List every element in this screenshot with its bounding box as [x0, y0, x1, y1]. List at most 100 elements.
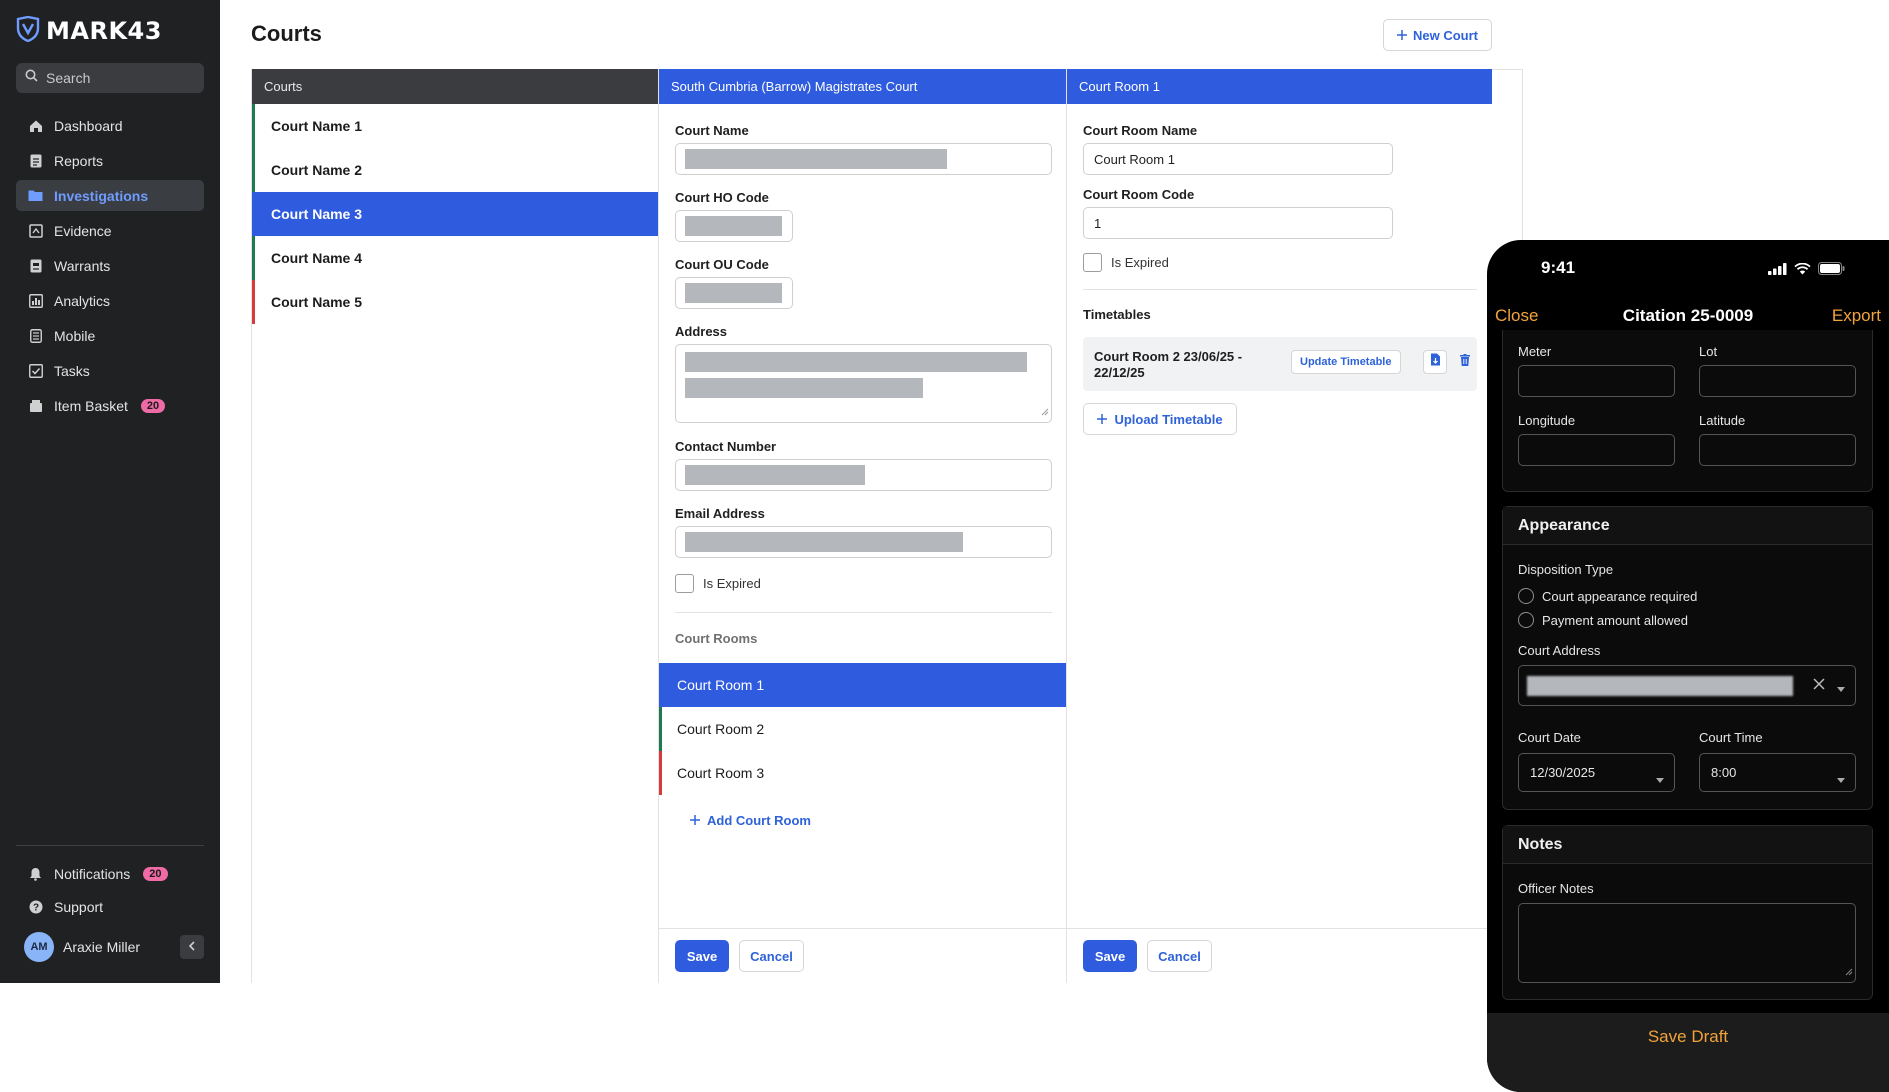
redacted-value: [685, 465, 865, 485]
redacted-value: [685, 283, 782, 303]
sidebar-item-item-basket[interactable]: Item Basket 20: [16, 390, 204, 421]
contact-number-field[interactable]: [675, 459, 1052, 491]
status-bar-time: 9:41: [1541, 258, 1576, 277]
update-timetable-button[interactable]: Update Timetable: [1291, 350, 1401, 374]
court-room-panel: Court Room 1 Court Room Name Court Room …: [1067, 69, 1492, 983]
sidebar-item-evidence[interactable]: Evidence: [16, 215, 204, 246]
court-date-value: 12/30/2025: [1530, 765, 1596, 780]
sidebar-item-label: Mobile: [54, 327, 96, 344]
court-time-select[interactable]: 8:00: [1699, 753, 1856, 792]
page-title: Courts: [251, 21, 322, 46]
sidebar-item-investigations[interactable]: Investigations: [16, 180, 204, 211]
email-address-field[interactable]: [675, 526, 1052, 558]
save-button[interactable]: Save: [675, 940, 729, 972]
upload-timetable-button[interactable]: Upload Timetable: [1083, 403, 1237, 435]
court-list-item-selected[interactable]: Court Name 3: [252, 192, 658, 236]
radio-court-appearance[interactable]: Court appearance required: [1518, 588, 1697, 604]
court-date-select[interactable]: 12/30/2025: [1518, 753, 1675, 792]
meter-label: Meter: [1518, 344, 1552, 359]
save-draft-button[interactable]: Save Draft: [1487, 1027, 1889, 1047]
is-expired-label: Is Expired: [703, 576, 761, 591]
sidebar-item-label: Investigations: [54, 187, 149, 204]
court-ou-code-field[interactable]: [675, 277, 793, 309]
lot-field[interactable]: [1699, 365, 1856, 397]
sidebar-item-label: Analytics: [54, 292, 111, 309]
delete-timetable-button[interactable]: [1453, 350, 1477, 374]
sidebar-item-label: Support: [54, 898, 104, 915]
redacted-value: [685, 149, 947, 169]
meter-field[interactable]: [1518, 365, 1675, 397]
bottom-nav: Notifications 20 ? Support: [16, 858, 204, 924]
sidebar-item-notifications[interactable]: Notifications 20: [16, 858, 204, 889]
court-ho-code-field[interactable]: [675, 210, 793, 242]
search-box[interactable]: [16, 63, 204, 93]
officer-notes-textarea[interactable]: [1518, 903, 1856, 983]
court-list-item[interactable]: Court Name 1: [252, 104, 658, 148]
logo[interactable]: MARK43: [16, 15, 162, 45]
sidebar-item-analytics[interactable]: Analytics: [16, 285, 204, 316]
court-name-field[interactable]: [675, 143, 1052, 175]
resize-handle-icon[interactable]: [1845, 963, 1853, 981]
search-input[interactable]: [46, 70, 196, 86]
court-room-code-field[interactable]: 1: [1083, 207, 1393, 239]
search-icon: [25, 69, 38, 87]
resize-handle-icon[interactable]: [1041, 403, 1049, 421]
cellular-signal-icon: [1768, 262, 1787, 280]
address-label: Address: [675, 324, 728, 339]
court-list-item[interactable]: Court Name 4: [252, 236, 658, 280]
redacted-value: [685, 378, 923, 398]
appearance-card: Appearance Disposition Type Court appear…: [1502, 506, 1873, 810]
room-is-expired-label: Is Expired: [1111, 255, 1169, 270]
radio-button[interactable]: [1518, 588, 1534, 604]
court-list-item[interactable]: Court Name 5: [252, 280, 658, 324]
status-bar-icons: [1768, 262, 1845, 280]
user-profile[interactable]: AM Araxie Miller: [24, 932, 204, 962]
download-timetable-button[interactable]: [1423, 350, 1447, 374]
radio-payment-allowed[interactable]: Payment amount allowed: [1518, 612, 1688, 628]
longitude-field[interactable]: [1518, 434, 1675, 466]
sidebar-item-reports[interactable]: Reports: [16, 145, 204, 176]
add-court-room-button[interactable]: Add Court Room: [690, 813, 1066, 828]
radio-label: Court appearance required: [1542, 588, 1698, 604]
collapse-sidebar-button[interactable]: [180, 935, 204, 959]
room-is-expired-checkbox[interactable]: [1083, 253, 1102, 272]
court-room-item[interactable]: Court Room 2: [659, 707, 1066, 751]
wifi-icon: [1794, 262, 1811, 280]
sidebar-item-label: Dashboard: [54, 117, 123, 134]
radio-button[interactable]: [1518, 612, 1534, 628]
svg-text:?: ?: [32, 902, 38, 913]
plus-icon: [1397, 28, 1407, 43]
address-textarea[interactable]: [675, 344, 1052, 423]
court-address-label: Court Address: [1518, 643, 1601, 658]
home-icon: [28, 118, 43, 133]
bell-icon: [28, 866, 43, 881]
court-address-select[interactable]: [1518, 665, 1856, 706]
sidebar-item-dashboard[interactable]: Dashboard: [16, 110, 204, 141]
room-save-button[interactable]: Save: [1083, 940, 1137, 972]
phone-export-button[interactable]: Export: [1832, 306, 1881, 326]
room-cancel-button[interactable]: Cancel: [1147, 940, 1212, 972]
sidebar-item-tasks[interactable]: Tasks: [16, 355, 204, 386]
sidebar-item-warrants[interactable]: Warrants: [16, 250, 204, 281]
new-court-button[interactable]: New Court: [1383, 19, 1492, 51]
clear-icon[interactable]: [1813, 677, 1825, 695]
courts-list-header: Courts: [252, 69, 658, 104]
court-detail-panel: South Cumbria (Barrow) Magistrates Court…: [658, 69, 1067, 983]
court-room-item[interactable]: Court Room 3: [659, 751, 1066, 795]
court-room-name-field[interactable]: Court Room 1: [1083, 143, 1393, 175]
latitude-field[interactable]: [1699, 434, 1856, 466]
chevron-down-icon: [1837, 680, 1845, 698]
plus-icon: [1097, 412, 1108, 427]
sidebar-item-support[interactable]: ? Support: [16, 891, 204, 922]
court-room-code-value: 1: [1094, 216, 1102, 231]
timetable-name: Court Room 2 23/06/25 - 22/12/25: [1094, 349, 1243, 380]
sidebar-item-label: Tasks: [54, 362, 90, 379]
court-ou-code-label: Court OU Code: [675, 257, 769, 272]
is-expired-checkbox[interactable]: [675, 574, 694, 593]
sidebar-item-mobile[interactable]: Mobile: [16, 320, 204, 351]
is-expired-row: Is Expired: [675, 574, 1050, 593]
cancel-button[interactable]: Cancel: [739, 940, 804, 972]
court-list-item[interactable]: Court Name 2: [252, 148, 658, 192]
court-room-item-selected[interactable]: Court Room 1: [659, 663, 1066, 707]
notes-card: Notes Officer Notes: [1502, 825, 1873, 1000]
